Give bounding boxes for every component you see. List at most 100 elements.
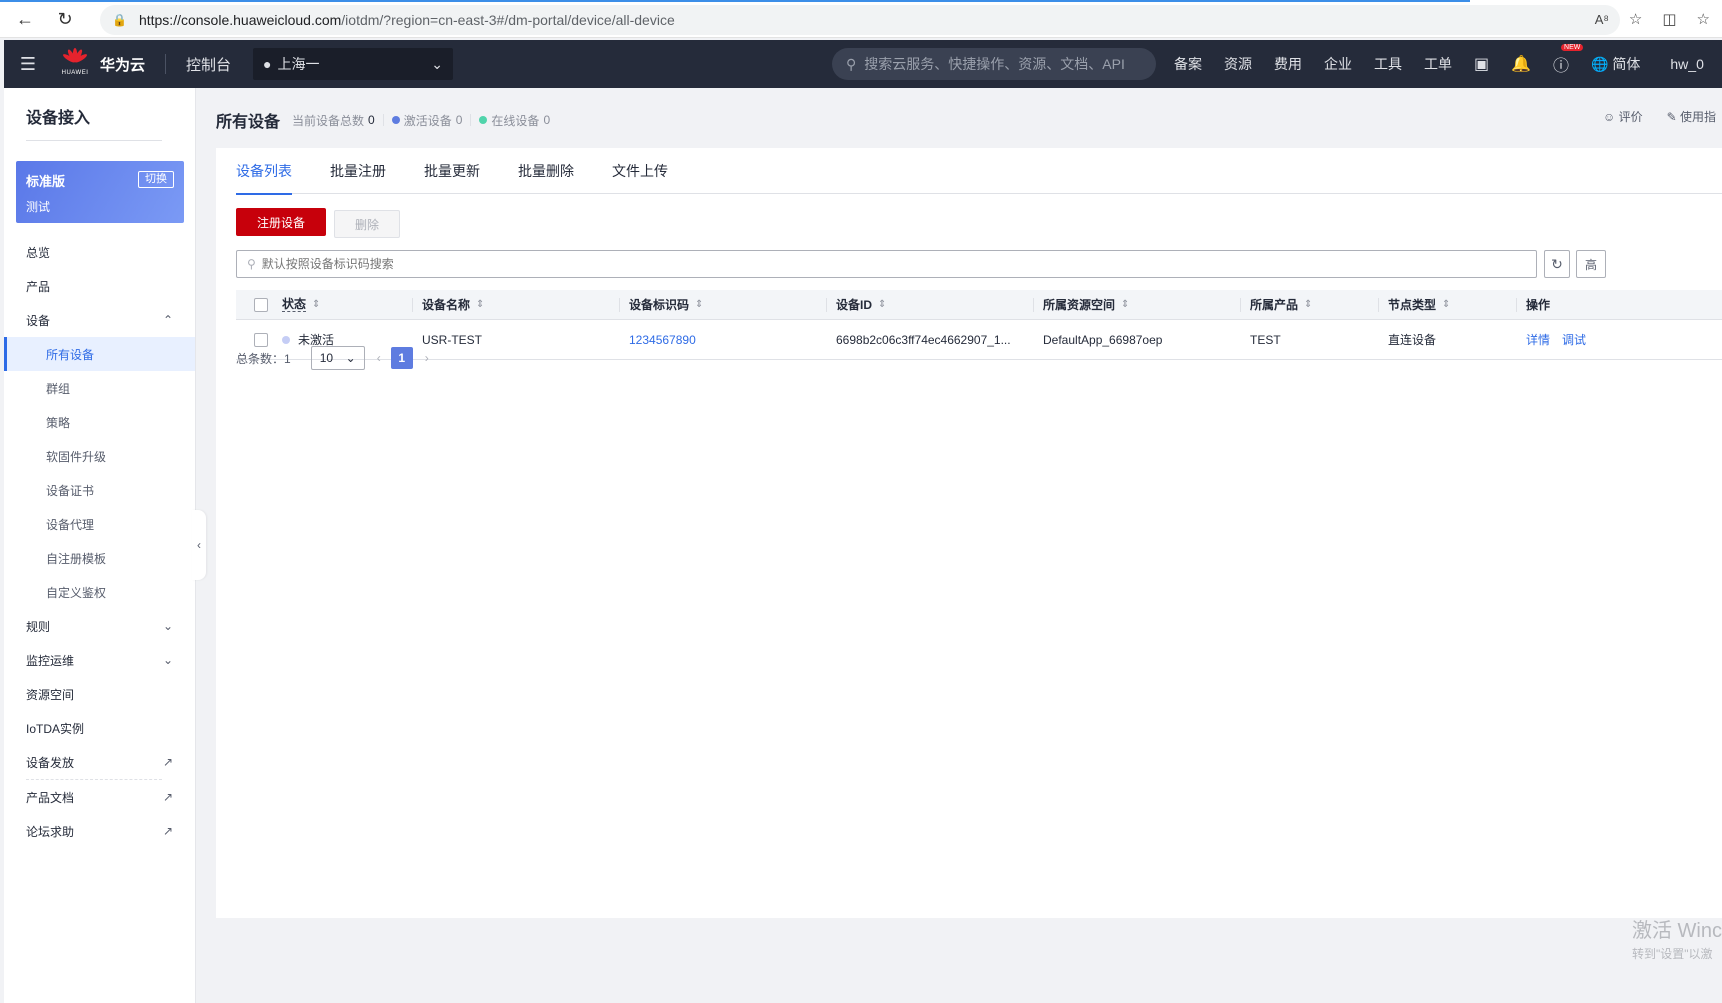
select-all-checkbox[interactable] bbox=[254, 297, 268, 312]
prev-page-icon[interactable]: ‹ bbox=[377, 351, 381, 365]
page-title: 所有设备 bbox=[216, 114, 281, 131]
column-resource-space[interactable]: 所属资源空间 ⇕ bbox=[1033, 290, 1240, 319]
refresh-button[interactable]: ↻ bbox=[1544, 250, 1570, 278]
sidebar-item-label: 产品文档 bbox=[26, 790, 75, 805]
details-link[interactable]: 详情 bbox=[1526, 331, 1550, 348]
sort-icon[interactable]: ⇕ bbox=[1442, 299, 1450, 310]
new-badge: NEW bbox=[1561, 44, 1584, 51]
row-checkbox[interactable] bbox=[254, 332, 268, 347]
region-selector[interactable]: ● 上海一 ⌄ bbox=[253, 48, 454, 80]
sidebar-item-groups[interactable]: 群组 bbox=[4, 371, 195, 405]
favorites-icon[interactable]: ☆ bbox=[1697, 10, 1710, 28]
console-link[interactable]: 控制台 bbox=[186, 54, 231, 75]
page-size-select[interactable]: 10 ⌄ bbox=[310, 346, 365, 370]
page-number-current[interactable]: 1 bbox=[390, 347, 413, 369]
sort-icon[interactable]: ⇕ bbox=[476, 299, 484, 310]
global-search-input[interactable]: ⚲ 搜索云服务、快捷操作、资源、文档、API bbox=[832, 48, 1156, 80]
sidebar-title: 设备接入 bbox=[26, 110, 91, 127]
nav-tickets[interactable]: 工单 bbox=[1424, 54, 1452, 74]
sidebar-item-label: 所有设备 bbox=[46, 347, 95, 362]
column-product[interactable]: 所属产品 ⇕ bbox=[1240, 290, 1378, 319]
sidebar-collapse-button[interactable]: ‹ bbox=[192, 510, 206, 580]
sidebar-item-rules[interactable]: 规则 ⌄ bbox=[4, 609, 195, 643]
sidebar-item-all-devices[interactable]: 所有设备 bbox=[4, 337, 195, 371]
sidebar-item-self-registration-template[interactable]: 自注册模板 bbox=[4, 541, 195, 575]
sidebar-item-custom-auth[interactable]: 自定义鉴权 bbox=[4, 575, 195, 609]
sort-icon[interactable]: ⇕ bbox=[312, 299, 320, 310]
user-account[interactable]: hw_0 bbox=[1670, 56, 1703, 72]
sort-icon[interactable]: ⇕ bbox=[695, 299, 703, 310]
huawei-flower-icon: HUAWEI bbox=[60, 48, 90, 80]
nav-filing[interactable]: 备案 bbox=[1174, 54, 1202, 74]
rate-button[interactable]: ☺ 评价 bbox=[1603, 108, 1643, 125]
sidebar-item-policies[interactable]: 策略 bbox=[4, 405, 195, 439]
split-screen-icon[interactable]: ◫ bbox=[1662, 10, 1676, 28]
sidebar-item-label: 设备证书 bbox=[46, 483, 95, 498]
bell-icon[interactable]: 🔔 bbox=[1511, 54, 1531, 74]
hamburger-menu-icon[interactable]: ☰ bbox=[4, 54, 52, 75]
total-count: 总条数：1 bbox=[236, 351, 291, 366]
tab-batch-update[interactable]: 批量更新 bbox=[424, 148, 480, 194]
usage-guide-button[interactable]: ✎ 使用指 bbox=[1667, 108, 1716, 125]
favorite-star-icon[interactable]: ☆ bbox=[1629, 10, 1642, 28]
switch-edition-button[interactable]: 切换 bbox=[138, 171, 174, 188]
nav-resources[interactable]: 资源 bbox=[1224, 54, 1252, 74]
next-page-icon[interactable]: › bbox=[425, 351, 429, 365]
tab-batch-register[interactable]: 批量注册 bbox=[330, 148, 386, 194]
stat-active: 激活设备 0 bbox=[391, 112, 472, 129]
tab-device-list[interactable]: 设备列表 bbox=[236, 148, 292, 195]
cell-device-id: 6698b2c06c3ff74ec4662907_1... bbox=[836, 332, 1011, 347]
sidebar-item-resource-spaces[interactable]: 资源空间 bbox=[4, 677, 195, 711]
sidebar-item-forum-help[interactable]: 论坛求助 ↗ bbox=[4, 814, 195, 848]
column-device-code[interactable]: 设备标识码 ⇕ bbox=[619, 290, 826, 319]
edition-card[interactable]: 标准版 测试 切换 bbox=[16, 161, 184, 223]
sidebar-item-monitoring[interactable]: 监控运维 ⌄ bbox=[4, 643, 195, 677]
sidebar-item-device-certificates[interactable]: 设备证书 bbox=[4, 473, 195, 507]
read-aloud-icon[interactable]: A⁸ bbox=[1595, 12, 1609, 27]
sort-icon[interactable]: ⇕ bbox=[1304, 299, 1312, 310]
language-switch[interactable]: 🌐 简体 bbox=[1591, 54, 1640, 74]
cloud-shell-icon[interactable]: ▣ bbox=[1474, 54, 1489, 74]
huawei-cloud-logo[interactable]: HUAWEI 华为云 bbox=[60, 48, 145, 80]
active-dot-icon bbox=[391, 116, 400, 124]
sidebar-item-devices[interactable]: 设备 ⌃ bbox=[4, 303, 195, 337]
back-icon[interactable]: ← bbox=[12, 6, 38, 32]
chevron-left-icon: ‹ bbox=[197, 538, 201, 552]
column-device-id[interactable]: 设备ID ⇕ bbox=[826, 290, 1033, 319]
sidebar-item-overview[interactable]: 总览 bbox=[4, 235, 195, 269]
nav-billing[interactable]: 费用 bbox=[1274, 54, 1302, 74]
sidebar-item-product-docs[interactable]: 产品文档 ↗ bbox=[4, 780, 195, 814]
register-device-button[interactable]: 注册设备 bbox=[236, 208, 326, 236]
nav-tools[interactable]: 工具 bbox=[1374, 54, 1402, 74]
tab-file-upload[interactable]: 文件上传 bbox=[612, 148, 668, 194]
debug-link[interactable]: 调试 bbox=[1562, 331, 1586, 348]
refresh-icon: ↻ bbox=[1551, 255, 1563, 272]
column-status[interactable]: 状态 ⇕ bbox=[276, 290, 412, 319]
sidebar-item-label: 规则 bbox=[26, 619, 51, 634]
chevron-down-icon: ⌄ bbox=[345, 351, 356, 365]
windows-activation-watermark: 激活 Winc 转到"设置"以激 bbox=[1632, 914, 1722, 962]
advanced-search-button[interactable]: 高 bbox=[1576, 250, 1606, 278]
external-link-icon: ↗ bbox=[162, 790, 173, 804]
sidebar-item-iotda-instances[interactable]: IoTDA实例 bbox=[4, 711, 195, 745]
tab-batch-delete[interactable]: 批量删除 bbox=[518, 148, 574, 194]
stat-online: 在线设备 0 bbox=[479, 112, 550, 129]
nav-enterprise[interactable]: 企业 bbox=[1324, 54, 1352, 74]
column-label: 设备标识码 bbox=[629, 298, 690, 312]
device-search-field[interactable]: ⚲ bbox=[236, 250, 1537, 278]
column-device-name[interactable]: 设备名称 ⇕ bbox=[412, 290, 619, 319]
reload-icon[interactable]: ↻ bbox=[52, 6, 78, 32]
help-icon[interactable]: ⓘ NEW bbox=[1553, 44, 1584, 76]
sort-icon[interactable]: ⇕ bbox=[1121, 299, 1129, 310]
sort-icon[interactable]: ⇕ bbox=[878, 299, 886, 310]
device-code-link[interactable]: 1234567890 bbox=[619, 320, 826, 359]
column-node-type[interactable]: 节点类型 ⇕ bbox=[1378, 290, 1516, 319]
sidebar-item-products[interactable]: 产品 bbox=[4, 269, 195, 303]
sidebar-item-device-proxy[interactable]: 设备代理 bbox=[4, 507, 195, 541]
device-search-input[interactable] bbox=[261, 257, 1462, 271]
sidebar-item-firmware-upgrade[interactable]: 软固件升级 bbox=[4, 439, 195, 473]
sidebar-item-device-provisioning[interactable]: 设备发放 ↗ bbox=[4, 745, 195, 779]
delete-button[interactable]: 删除 bbox=[334, 210, 400, 238]
header-checkbox-cell bbox=[236, 290, 276, 319]
address-bar[interactable]: 🔒 https://console.huaweicloud.com/iotdm/… bbox=[100, 5, 1620, 35]
